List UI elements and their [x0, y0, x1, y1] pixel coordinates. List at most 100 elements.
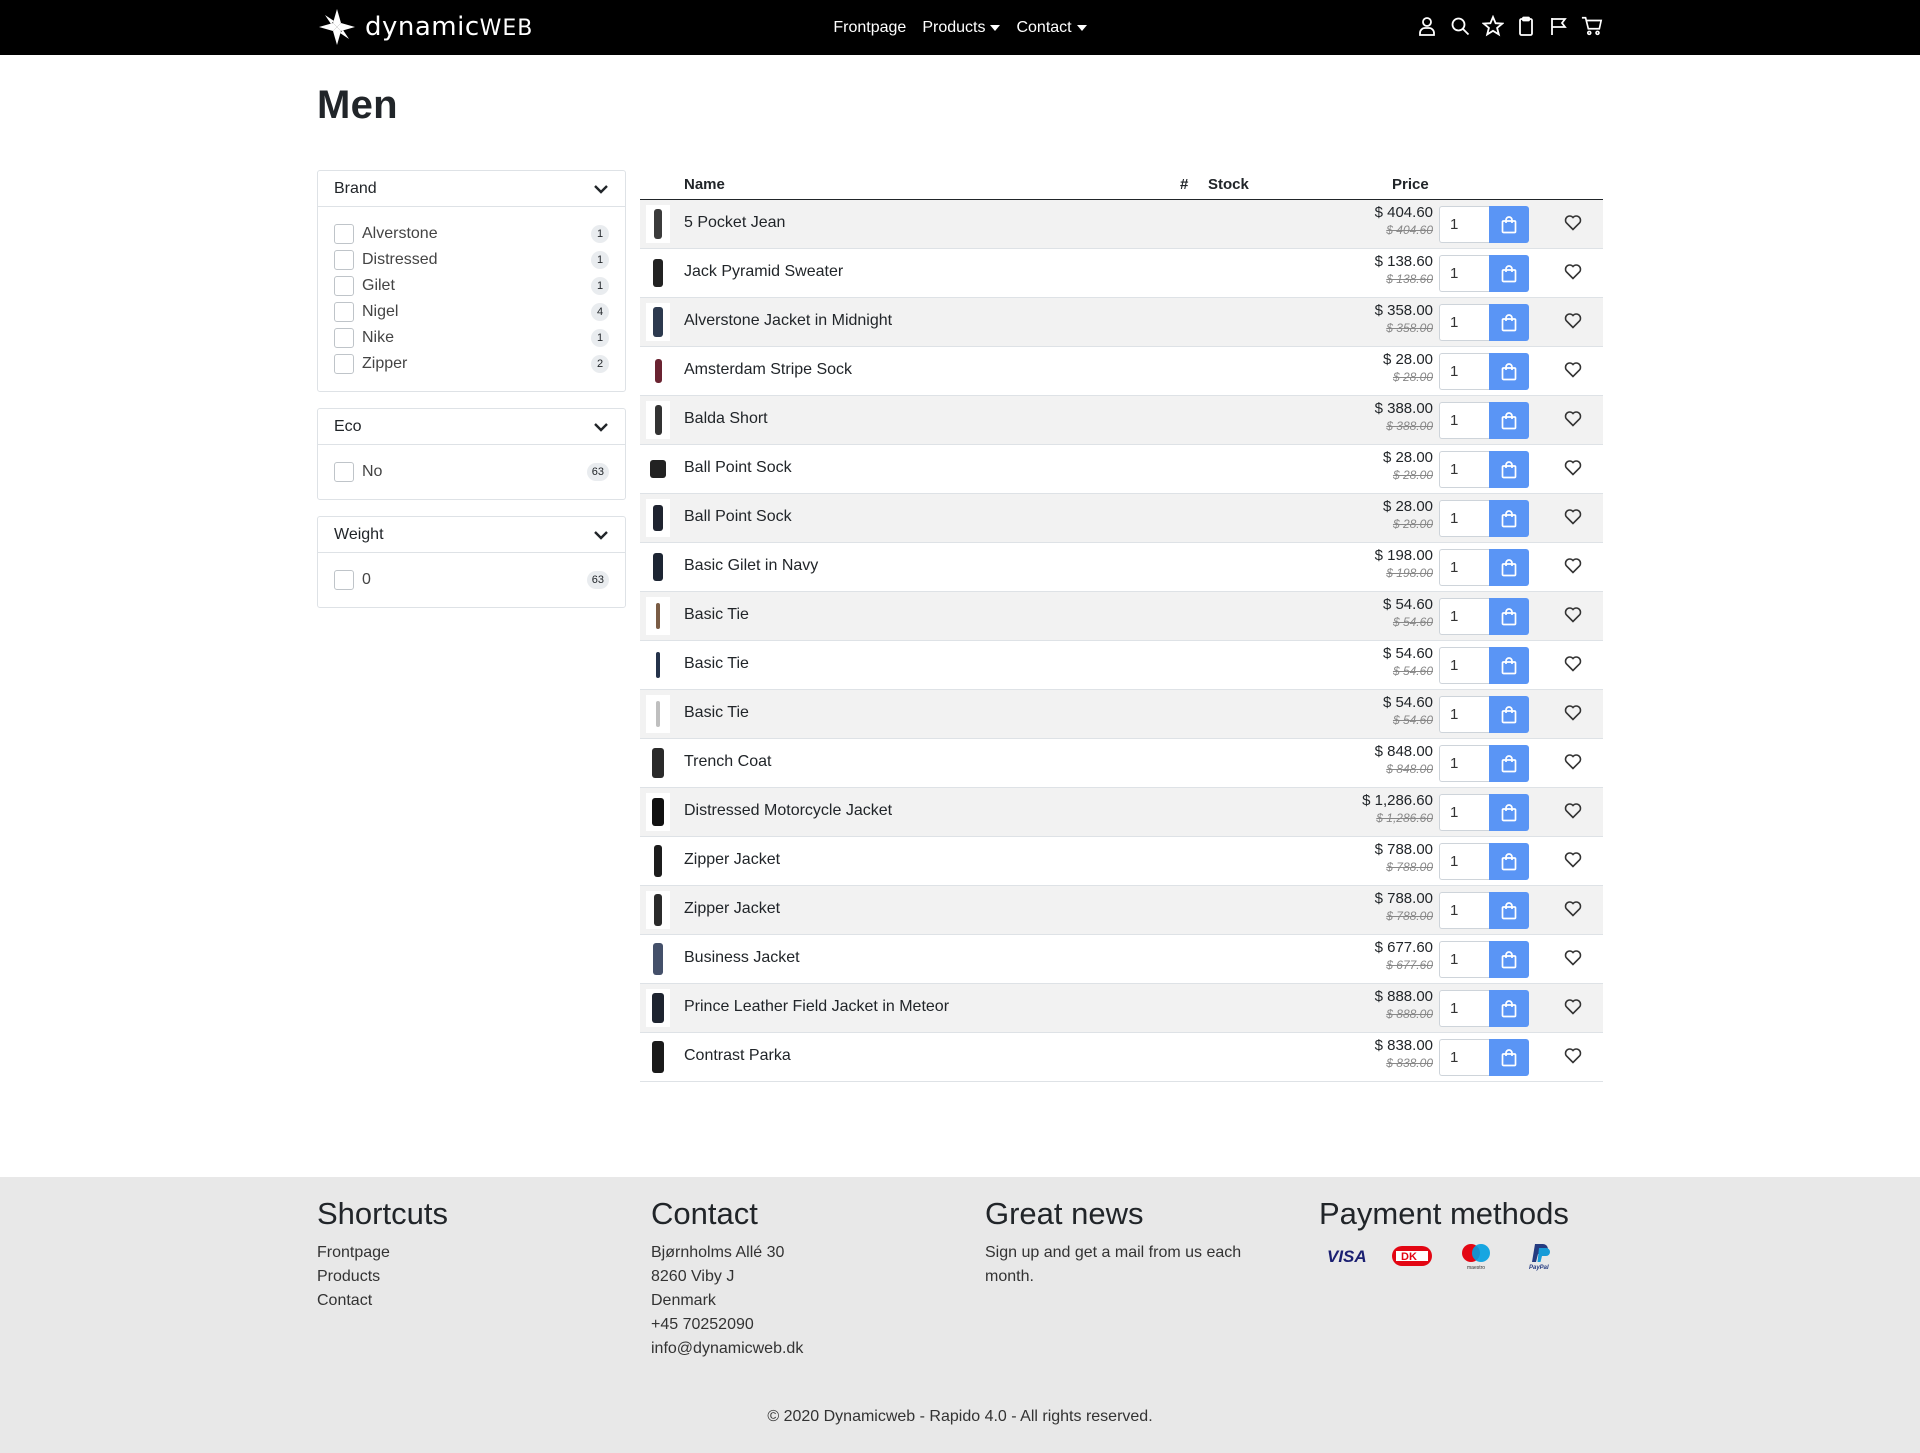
favorite-button[interactable] [1564, 410, 1582, 432]
product-thumbnail[interactable] [646, 450, 670, 488]
product-name[interactable]: Distressed Motorcycle Jacket [684, 802, 892, 820]
add-to-cart-button[interactable] [1489, 696, 1529, 733]
star-icon[interactable] [1482, 15, 1504, 37]
quantity-input[interactable]: 1 [1439, 451, 1489, 488]
facet-option[interactable]: Nike 1 [334, 325, 609, 351]
favorite-button[interactable] [1564, 900, 1582, 922]
add-to-cart-button[interactable] [1489, 304, 1529, 341]
favorite-button[interactable] [1564, 263, 1582, 285]
quantity-input[interactable]: 1 [1439, 549, 1489, 586]
product-thumbnail[interactable] [646, 303, 670, 341]
product-thumbnail[interactable] [646, 1038, 670, 1076]
product-thumbnail[interactable] [646, 695, 670, 733]
product-name[interactable]: Ball Point Sock [684, 459, 792, 477]
checkbox[interactable] [334, 462, 354, 482]
product-name[interactable]: Alverstone Jacket in Midnight [684, 312, 892, 330]
add-to-cart-button[interactable] [1489, 206, 1529, 243]
quantity-input[interactable]: 1 [1439, 255, 1489, 292]
footer-link-products[interactable]: Products [317, 1265, 448, 1289]
quantity-input[interactable]: 1 [1439, 892, 1489, 929]
checkbox[interactable] [334, 224, 354, 244]
quantity-input[interactable]: 1 [1439, 304, 1489, 341]
nav-products[interactable]: Products [922, 19, 1001, 37]
product-thumbnail[interactable] [646, 548, 670, 586]
favorite-button[interactable] [1564, 1047, 1582, 1069]
quantity-input[interactable]: 1 [1439, 500, 1489, 537]
favorite-button[interactable] [1564, 949, 1582, 971]
add-to-cart-button[interactable] [1489, 647, 1529, 684]
quantity-input[interactable]: 1 [1439, 353, 1489, 390]
favorite-button[interactable] [1564, 655, 1582, 677]
facet-option[interactable]: 0 63 [334, 567, 609, 593]
favorite-button[interactable] [1564, 459, 1582, 481]
favorite-button[interactable] [1564, 214, 1582, 236]
facet-option[interactable]: Alverstone 1 [334, 221, 609, 247]
product-name[interactable]: Trench Coat [684, 753, 771, 771]
product-name[interactable]: Jack Pyramid Sweater [684, 263, 843, 281]
facet-option[interactable]: Nigel 4 [334, 299, 609, 325]
quantity-input[interactable]: 1 [1439, 941, 1489, 978]
product-thumbnail[interactable] [646, 940, 670, 978]
quantity-input[interactable]: 1 [1439, 647, 1489, 684]
favorite-button[interactable] [1564, 704, 1582, 726]
product-thumbnail[interactable] [646, 842, 670, 880]
product-name[interactable]: Amsterdam Stripe Sock [684, 361, 852, 379]
checkbox[interactable] [334, 302, 354, 322]
facet-option[interactable]: Distressed 1 [334, 247, 609, 273]
add-to-cart-button[interactable] [1489, 451, 1529, 488]
product-name[interactable]: Basic Tie [684, 606, 749, 624]
flag-icon[interactable] [1548, 15, 1570, 37]
product-thumbnail[interactable] [646, 744, 670, 782]
add-to-cart-button[interactable] [1489, 843, 1529, 880]
add-to-cart-button[interactable] [1489, 255, 1529, 292]
quantity-input[interactable]: 1 [1439, 990, 1489, 1027]
product-thumbnail[interactable] [646, 205, 670, 243]
product-name[interactable]: Ball Point Sock [684, 508, 792, 526]
facet-eco-toggle[interactable]: Eco [318, 409, 625, 445]
cart-icon[interactable] [1581, 15, 1603, 37]
favorite-button[interactable] [1564, 508, 1582, 530]
product-thumbnail[interactable] [646, 646, 670, 684]
add-to-cart-button[interactable] [1489, 353, 1529, 390]
facet-brand-toggle[interactable]: Brand [318, 171, 625, 207]
facet-weight-toggle[interactable]: Weight [318, 517, 625, 553]
add-to-cart-button[interactable] [1489, 941, 1529, 978]
product-thumbnail[interactable] [646, 352, 670, 390]
product-name[interactable]: Prince Leather Field Jacket in Meteor [684, 998, 949, 1016]
favorite-button[interactable] [1564, 998, 1582, 1020]
search-icon[interactable] [1449, 15, 1471, 37]
facet-option[interactable]: Gilet 1 [334, 273, 609, 299]
product-thumbnail[interactable] [646, 401, 670, 439]
add-to-cart-button[interactable] [1489, 794, 1529, 831]
column-stock[interactable]: Stock [1208, 176, 1249, 193]
product-name[interactable]: Basic Tie [684, 655, 749, 673]
product-thumbnail[interactable] [646, 254, 670, 292]
add-to-cart-button[interactable] [1489, 402, 1529, 439]
contact-email[interactable]: info@dynamicweb.dk [651, 1337, 803, 1361]
product-thumbnail[interactable] [646, 793, 670, 831]
column-name[interactable]: Name [684, 176, 725, 193]
facet-option[interactable]: Zipper 2 [334, 351, 609, 377]
footer-link-contact[interactable]: Contact [317, 1289, 448, 1313]
add-to-cart-button[interactable] [1489, 1039, 1529, 1076]
quantity-input[interactable]: 1 [1439, 206, 1489, 243]
product-name[interactable]: Basic Tie [684, 704, 749, 722]
quantity-input[interactable]: 1 [1439, 794, 1489, 831]
product-thumbnail[interactable] [646, 597, 670, 635]
favorite-button[interactable] [1564, 312, 1582, 334]
checkbox[interactable] [334, 570, 354, 590]
product-name[interactable]: Zipper Jacket [684, 851, 780, 869]
product-name[interactable]: Zipper Jacket [684, 900, 780, 918]
quantity-input[interactable]: 1 [1439, 598, 1489, 635]
nav-frontpage[interactable]: Frontpage [833, 19, 906, 37]
product-name[interactable]: Contrast Parka [684, 1047, 791, 1065]
add-to-cart-button[interactable] [1489, 892, 1529, 929]
favorite-button[interactable] [1564, 753, 1582, 775]
footer-link-frontpage[interactable]: Frontpage [317, 1241, 448, 1265]
quantity-input[interactable]: 1 [1439, 1039, 1489, 1076]
clipboard-icon[interactable] [1515, 15, 1537, 37]
nav-contact[interactable]: Contact [1016, 19, 1087, 37]
favorite-button[interactable] [1564, 802, 1582, 824]
favorite-button[interactable] [1564, 557, 1582, 579]
product-thumbnail[interactable] [646, 891, 670, 929]
